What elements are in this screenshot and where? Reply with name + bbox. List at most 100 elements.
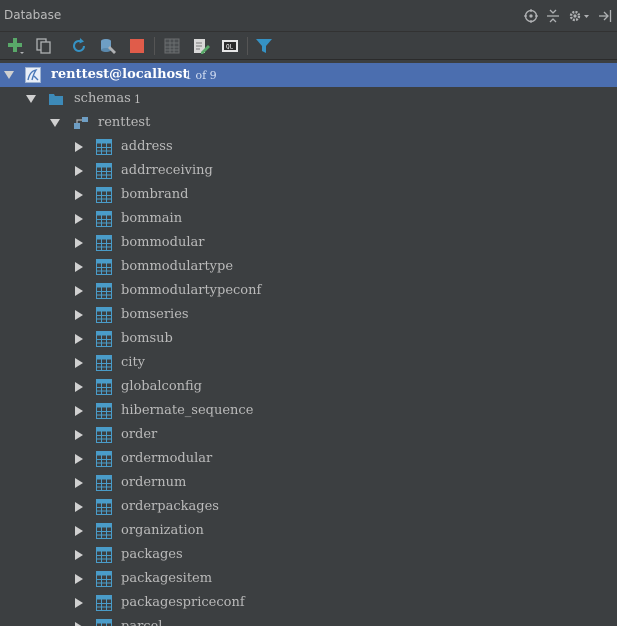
table-row[interactable]: globalconfig	[0, 375, 617, 399]
table-row[interactable]: hibernate_sequence	[0, 399, 617, 423]
collapse-all-icon[interactable]	[545, 8, 561, 24]
table-row[interactable]: orderpackages	[0, 495, 617, 519]
table-icon	[96, 379, 112, 395]
panel-title-bar: Database	[0, 0, 617, 32]
table-icon	[96, 451, 112, 467]
table-name: addrreceiving	[121, 163, 213, 178]
collapsed-arrow-icon[interactable]	[74, 621, 84, 626]
collapsed-arrow-icon[interactable]	[74, 357, 84, 369]
table-name: parcel	[121, 618, 162, 626]
table-icon	[96, 619, 112, 626]
table-row[interactable]: bomseries	[0, 303, 617, 327]
table-row[interactable]: bomsub	[0, 327, 617, 351]
table-name: ordernum	[121, 475, 187, 490]
table-name: globalconfig	[121, 379, 203, 394]
connection-label: renttest@localhost	[51, 67, 189, 82]
tree-node-schemas[interactable]: schemas 1	[0, 87, 617, 111]
collapsed-arrow-icon[interactable]	[74, 333, 84, 345]
table-icon	[96, 403, 112, 419]
refresh-icon[interactable]	[70, 37, 88, 55]
collapsed-arrow-icon[interactable]	[74, 309, 84, 321]
table-name: bommain	[121, 211, 183, 226]
table-row[interactable]: bommodulartypeconf	[0, 279, 617, 303]
properties-icon[interactable]	[99, 37, 117, 55]
expanded-arrow-icon[interactable]	[26, 93, 36, 105]
copy-icon[interactable]	[35, 37, 53, 55]
table-name: bommodulartypeconf	[121, 283, 262, 298]
folder-icon	[49, 94, 63, 105]
table-row[interactable]: packagespriceconf	[0, 591, 617, 615]
table-icon	[96, 427, 112, 443]
collapsed-arrow-icon[interactable]	[74, 165, 84, 177]
table-icon	[96, 307, 112, 323]
table-name: bomseries	[121, 307, 189, 322]
table-row[interactable]: city	[0, 351, 617, 375]
collapsed-arrow-icon[interactable]	[74, 261, 84, 273]
table-icon	[96, 355, 112, 371]
collapsed-arrow-icon[interactable]	[74, 597, 84, 609]
schema-label: renttest	[98, 115, 151, 130]
target-icon[interactable]	[523, 8, 539, 24]
collapsed-arrow-icon[interactable]	[74, 573, 84, 585]
tree-node-connection[interactable]: renttest@localhost 1 of 9	[0, 63, 617, 87]
collapsed-arrow-icon[interactable]	[74, 429, 84, 441]
table-row[interactable]: organization	[0, 519, 617, 543]
collapsed-arrow-icon[interactable]	[74, 549, 84, 561]
table-row[interactable]: packagesitem	[0, 567, 617, 591]
edit-source-icon[interactable]	[192, 37, 210, 55]
stop-icon[interactable]	[128, 37, 146, 55]
table-row[interactable]: bommodulartype	[0, 255, 617, 279]
collapsed-arrow-icon[interactable]	[74, 381, 84, 393]
collapsed-arrow-icon[interactable]	[74, 237, 84, 249]
table-name: packagespriceconf	[121, 595, 245, 610]
toolbar-separator	[247, 37, 248, 55]
console-icon[interactable]: QL	[221, 37, 239, 55]
table-row[interactable]: bommodular	[0, 231, 617, 255]
table-editor-icon[interactable]	[163, 37, 181, 55]
table-row[interactable]: bommain	[0, 207, 617, 231]
table-name: city	[121, 355, 146, 370]
table-row[interactable]: addrreceiving	[0, 159, 617, 183]
filter-icon[interactable]	[255, 37, 273, 55]
tree-node-schema[interactable]: renttest	[0, 111, 617, 135]
collapsed-arrow-icon[interactable]	[74, 453, 84, 465]
settings-icon[interactable]	[567, 8, 591, 24]
table-row[interactable]: bombrand	[0, 183, 617, 207]
schema-icon	[74, 117, 88, 129]
table-icon	[96, 187, 112, 203]
collapsed-arrow-icon[interactable]	[74, 213, 84, 225]
collapsed-arrow-icon[interactable]	[74, 285, 84, 297]
collapsed-arrow-icon[interactable]	[74, 525, 84, 537]
database-tree[interactable]: renttest@localhost 1 of 9 schemas 1 rent…	[0, 62, 617, 626]
collapsed-arrow-icon[interactable]	[74, 501, 84, 513]
table-row[interactable]: ordermodular	[0, 447, 617, 471]
datasource-icon	[25, 67, 41, 83]
table-icon	[96, 211, 112, 227]
expanded-arrow-icon[interactable]	[50, 117, 60, 129]
table-icon	[96, 571, 112, 587]
table-name: packages	[121, 547, 183, 562]
add-icon[interactable]	[7, 37, 25, 55]
hide-panel-icon[interactable]	[597, 8, 613, 24]
expanded-arrow-icon[interactable]	[4, 69, 14, 81]
collapsed-arrow-icon[interactable]	[74, 189, 84, 201]
collapsed-arrow-icon[interactable]	[74, 405, 84, 417]
collapsed-arrow-icon[interactable]	[74, 477, 84, 489]
collapsed-arrow-icon[interactable]	[74, 141, 84, 153]
table-row[interactable]: order	[0, 423, 617, 447]
table-name: packagesitem	[121, 571, 213, 586]
table-icon	[96, 331, 112, 347]
table-name: ordermodular	[121, 451, 213, 466]
table-row[interactable]: packages	[0, 543, 617, 567]
panel-title: Database	[4, 8, 62, 22]
schemas-count: 1	[134, 93, 141, 106]
table-row[interactable]: ordernum	[0, 471, 617, 495]
table-icon	[96, 163, 112, 179]
table-icon	[96, 259, 112, 275]
table-row[interactable]: parcel	[0, 615, 617, 626]
table-row[interactable]: address	[0, 135, 617, 159]
table-name: order	[121, 427, 158, 442]
table-icon	[96, 139, 112, 155]
table-name: address	[121, 139, 173, 154]
title-bar-actions	[517, 8, 613, 24]
